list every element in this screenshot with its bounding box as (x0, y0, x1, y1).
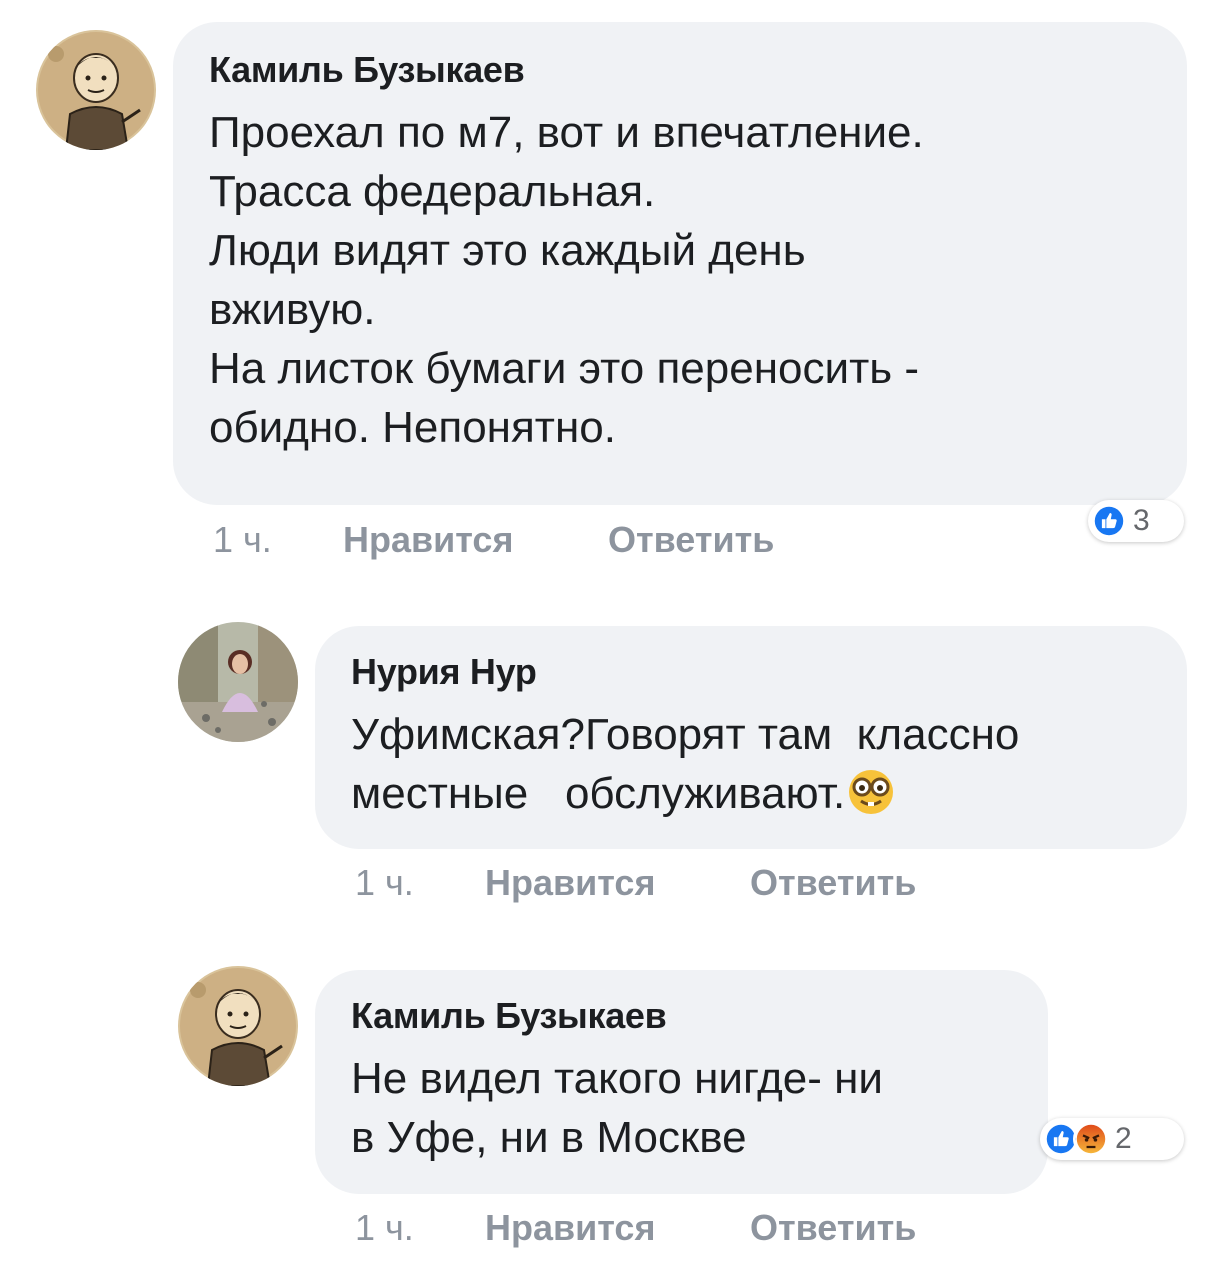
comment-text-line: вживую. (209, 285, 376, 334)
like-button[interactable]: Нравится (485, 1206, 655, 1250)
comment-timestamp[interactable]: 1 ч. (355, 1206, 414, 1250)
reaction-count: 2 (1115, 1122, 1132, 1155)
reaction-summary[interactable]: 2 (1040, 1118, 1184, 1160)
comment-author[interactable]: Нурия Нур (351, 650, 1187, 694)
comment-text-line: местные обслуживают. (351, 764, 1187, 823)
comment-text-line-content: местные обслуживают. (351, 769, 846, 818)
like-icon (1091, 503, 1127, 539)
comment-text: Уфимская?Говорят там классно местные обс… (351, 705, 1187, 823)
reaction-summary[interactable]: 3 (1088, 500, 1184, 542)
comment-bubble: Нурия Нур Уфимская?Говорят там классно м… (315, 626, 1187, 849)
angry-icon (1073, 1121, 1109, 1157)
avatar[interactable] (178, 966, 298, 1086)
comment-actions: 1 ч. Нравится Ответить (213, 518, 913, 562)
comment-text-line: Не видел такого нигде- ни (351, 1054, 883, 1103)
comment-author[interactable]: Камиль Бузыкаев (209, 48, 1187, 92)
comment-text-line: На листок бумаги это переносить - (209, 344, 920, 393)
comment-text-line: Люди видят это каждый день (209, 226, 806, 275)
comment-author[interactable]: Камиль Бузыкаев (351, 994, 1048, 1038)
reaction-count: 3 (1133, 504, 1150, 537)
comment-text-line: в Уфе, ни в Москве (351, 1113, 747, 1162)
comment-timestamp[interactable]: 1 ч. (355, 861, 414, 905)
reply-button[interactable]: Ответить (608, 518, 774, 562)
comment-actions: 1 ч. Нравится Ответить (355, 861, 1055, 905)
reply-button[interactable]: Ответить (750, 861, 916, 905)
comment-text: Проехал по м7, вот и впечатление. Трасса… (209, 103, 1187, 457)
avatar-image (178, 622, 298, 742)
comment-text-line: Трасса федеральная. (209, 167, 656, 216)
avatar[interactable] (178, 622, 298, 742)
comment-text-line: обидно. Непонятно. (209, 403, 616, 452)
avatar-image (178, 966, 298, 1086)
comment-bubble: Камиль Бузыкаев Не видел такого нигде- н… (315, 970, 1048, 1194)
like-button[interactable]: Нравится (485, 861, 655, 905)
nerd-face-emoji-icon (849, 770, 894, 814)
comment-text-line: Уфимская?Говорят там классно (351, 710, 1020, 759)
reply-button[interactable]: Ответить (750, 1206, 916, 1250)
comment-bubble: Камиль Бузыкаев Проехал по м7, вот и впе… (173, 22, 1187, 505)
comment-timestamp[interactable]: 1 ч. (213, 518, 272, 562)
comment-actions: 1 ч. Нравится Ответить (355, 1206, 1055, 1250)
comment-text-line: Проехал по м7, вот и впечатление. (209, 108, 924, 157)
avatar[interactable] (36, 30, 156, 150)
avatar-image (36, 30, 156, 150)
like-button[interactable]: Нравится (343, 518, 513, 562)
comment-text: Не видел такого нигде- ни в Уфе, ни в Мо… (351, 1049, 1048, 1167)
